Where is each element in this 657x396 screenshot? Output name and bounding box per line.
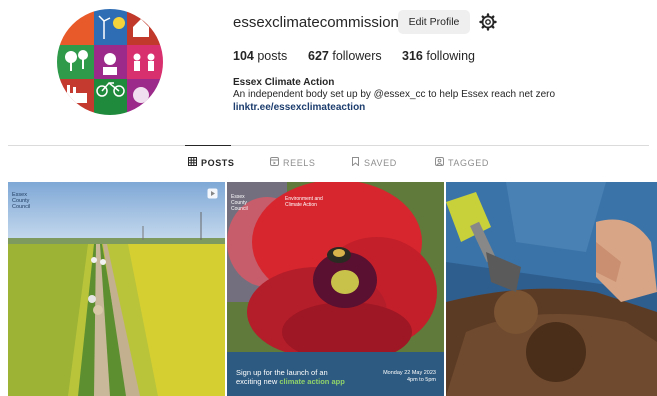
tab-tagged-label: TAGGED [448,157,489,168]
post2-caption-line2a: exciting new [236,377,280,386]
post2-header: Environment and Climate Action [285,196,323,208]
tab-posts[interactable]: POSTS [188,157,235,168]
posts-label: posts [257,49,288,63]
profile-link[interactable]: linktr.ee/essexclimateaction [233,102,365,113]
post2-caption-line2b: climate action app [279,377,345,386]
followers-label: followers [332,49,382,63]
following-stat[interactable]: 316 following [402,49,475,63]
followers-count: 627 [308,49,329,63]
post2-caption: Sign up for the launch of an exciting ne… [236,368,345,386]
tab-reels[interactable]: REELS [270,157,316,168]
post-tile-field-path[interactable]: Essex County Council [8,182,225,396]
posts-stat: 104 posts [233,49,287,63]
following-label: following [426,49,475,63]
post2-header-line2: Climate Action [285,202,317,208]
tab-reels-label: REELS [283,157,316,168]
tab-saved-label: SAVED [364,157,397,168]
bookmark-icon [351,157,360,168]
reel-play-icon [207,188,218,199]
post2-logo-line3: Council [231,206,248,212]
tagged-icon [435,157,444,168]
following-count: 316 [402,49,423,63]
reels-icon [270,157,279,168]
posts-count: 104 [233,49,254,63]
post2-date-line1: Monday 22 May 2023 [383,370,436,376]
profile-username: essexclimatecommission [233,14,399,31]
edit-profile-button[interactable]: Edit Profile [398,10,470,34]
post-tile-planting-soil[interactable] [446,182,657,396]
grid-icon [188,157,197,168]
followers-stat[interactable]: 627 followers [308,49,382,63]
profile-bio: An independent body set up by @essex_cc … [233,89,556,100]
council-logo: Essex County Council [12,192,30,210]
council-logo-line3: Council [12,204,31,210]
tab-posts-label: POSTS [201,157,235,168]
post2-date: Monday 22 May 2023 4pm to 5pm [383,370,436,384]
tab-tagged[interactable]: TAGGED [435,157,489,168]
profile-full-name: Essex Climate Action [233,77,335,88]
active-tab-indicator [185,145,231,146]
tab-saved[interactable]: SAVED [351,157,397,168]
post2-council-logo: Essex County Council [231,194,248,212]
post2-date-line2: 4pm to 5pm [406,377,436,383]
tabs-divider [8,145,649,146]
profile-avatar[interactable] [57,9,163,115]
settings-gear-icon[interactable] [479,13,497,31]
post2-caption-line1: Sign up for the launch of an [236,368,328,377]
post-tile-poppy-bee[interactable]: Essex County Council Environment and Cli… [227,182,444,396]
